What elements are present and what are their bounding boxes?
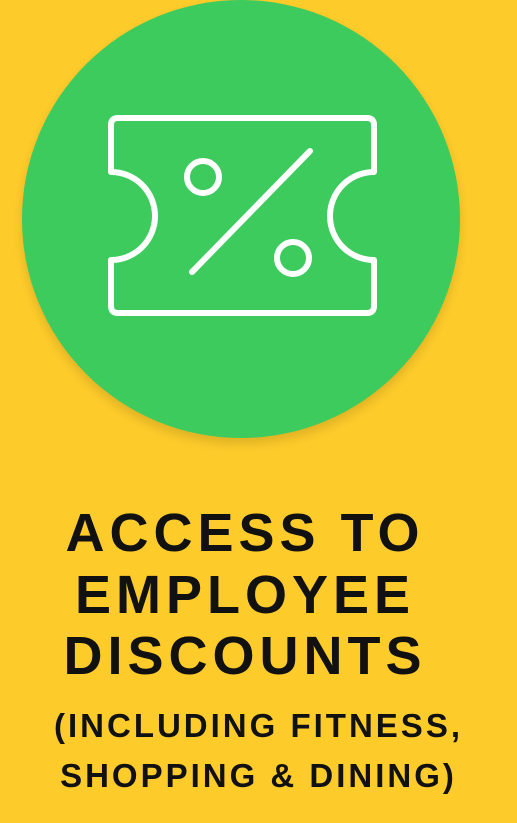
percent-circle-bottom	[274, 239, 312, 277]
icon-badge	[22, 0, 460, 438]
subheading-line-2: SHOPPING & DINING)	[60, 757, 457, 794]
heading-line-2: EMPLOYEE	[74, 565, 416, 625]
subheading-line-1: (INCLUDING FITNESS,	[54, 707, 463, 744]
ticket-outline	[108, 115, 377, 316]
discount-ticket-icon	[108, 115, 377, 316]
percent-slash	[189, 148, 313, 275]
heading-line-1: ACCESS TO	[65, 503, 425, 563]
percent-circle-top	[184, 158, 222, 196]
heading-line-3: DISCOUNTS	[63, 626, 427, 686]
